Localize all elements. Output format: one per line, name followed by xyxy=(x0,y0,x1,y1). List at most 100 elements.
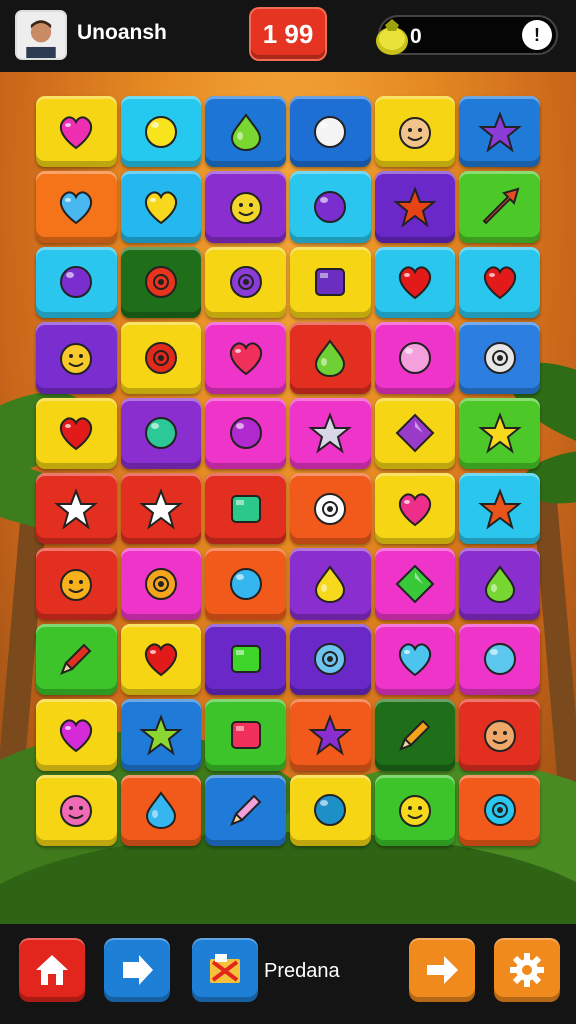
board-tile[interactable] xyxy=(289,774,371,846)
board-tile[interactable] xyxy=(205,171,286,243)
pencil-icon xyxy=(229,794,262,827)
heart-icon xyxy=(229,342,262,376)
square-icon xyxy=(230,720,261,749)
board-tile[interactable] xyxy=(120,774,202,846)
board-tile[interactable] xyxy=(36,171,117,243)
board-tile[interactable] xyxy=(459,96,540,168)
coin-count: 0 xyxy=(410,25,422,48)
coin-info-button[interactable]: ! xyxy=(522,20,552,50)
board-tile[interactable] xyxy=(205,246,286,319)
board-tile[interactable] xyxy=(289,699,371,771)
face-icon xyxy=(60,342,93,375)
board-tile[interactable] xyxy=(459,623,540,696)
ball-icon xyxy=(314,191,347,224)
board-tile[interactable] xyxy=(289,397,371,469)
board-tile[interactable] xyxy=(120,473,202,545)
next-button[interactable] xyxy=(409,938,475,1002)
ball-icon xyxy=(483,643,516,676)
home-button[interactable] xyxy=(19,938,85,1002)
board-tile[interactable] xyxy=(205,322,286,394)
board-tile[interactable] xyxy=(120,171,202,243)
premium-box-button[interactable] xyxy=(192,938,258,1002)
drop-icon xyxy=(145,791,176,830)
heart-icon xyxy=(144,191,178,225)
diamond-icon xyxy=(395,413,435,453)
board-tile[interactable] xyxy=(205,473,286,545)
board-tile[interactable] xyxy=(120,397,202,469)
board-tile[interactable] xyxy=(374,699,456,771)
board-tile[interactable] xyxy=(120,246,202,319)
board-tile[interactable] xyxy=(459,774,540,846)
board-tile[interactable] xyxy=(459,246,540,319)
board-tile[interactable] xyxy=(205,623,286,696)
board-tile[interactable] xyxy=(374,246,456,319)
board-tile[interactable] xyxy=(120,548,202,620)
board-tile[interactable] xyxy=(205,397,286,469)
ball-icon xyxy=(229,568,262,601)
board-tile[interactable] xyxy=(459,171,540,243)
heart-icon xyxy=(60,191,93,225)
ring-icon xyxy=(144,341,177,374)
heart-icon xyxy=(398,493,432,526)
face-icon xyxy=(229,192,262,225)
board-tile[interactable] xyxy=(289,246,371,319)
pencil-icon xyxy=(399,719,431,751)
square-icon xyxy=(230,645,261,674)
board-tile[interactable] xyxy=(374,473,456,545)
board-tile[interactable] xyxy=(289,548,371,620)
board-tile[interactable] xyxy=(205,96,286,168)
board-tile[interactable] xyxy=(36,623,117,696)
ring-icon xyxy=(483,341,516,374)
board-tile[interactable] xyxy=(289,96,371,168)
share-button[interactable] xyxy=(104,938,170,1002)
board-tile[interactable] xyxy=(374,171,456,243)
ball-icon xyxy=(314,794,347,827)
board-tile[interactable] xyxy=(36,322,117,394)
board-tile[interactable] xyxy=(374,397,456,469)
board-tile[interactable] xyxy=(36,96,117,168)
ring-icon xyxy=(144,568,177,601)
board-tile[interactable] xyxy=(459,473,540,545)
heart-icon xyxy=(144,643,178,677)
avatar-portrait-icon xyxy=(17,12,65,58)
star-icon xyxy=(477,487,522,530)
player-avatar[interactable] xyxy=(15,10,67,60)
board-tile[interactable] xyxy=(36,397,117,469)
board-tile[interactable] xyxy=(289,473,371,545)
board-tile[interactable] xyxy=(459,548,540,620)
board-tile[interactable] xyxy=(205,699,286,771)
star-icon xyxy=(139,714,183,756)
board-tile[interactable] xyxy=(374,623,456,696)
board-tile[interactable] xyxy=(374,96,456,168)
board-tile[interactable] xyxy=(459,397,540,469)
board-tile[interactable] xyxy=(374,548,456,620)
board-tile[interactable] xyxy=(289,171,371,243)
premium-label: Predana xyxy=(264,960,340,982)
board-tile[interactable] xyxy=(120,96,202,168)
board-tile[interactable] xyxy=(289,322,371,394)
board-tile[interactable] xyxy=(205,774,286,846)
board-tile[interactable] xyxy=(120,699,202,771)
board-tile[interactable] xyxy=(36,774,117,846)
board-tile[interactable] xyxy=(374,774,456,846)
heart-icon xyxy=(398,643,432,677)
star-icon xyxy=(477,412,522,454)
board-tile[interactable] xyxy=(120,322,202,394)
board-tile[interactable] xyxy=(36,473,117,545)
ball-icon xyxy=(398,341,431,374)
settings-button[interactable] xyxy=(494,938,560,1002)
board-tile[interactable] xyxy=(36,699,117,771)
ball-icon xyxy=(60,266,93,299)
board-tile[interactable] xyxy=(120,623,202,696)
ring-icon xyxy=(229,266,262,299)
board-tile[interactable] xyxy=(205,548,286,620)
star-icon xyxy=(393,186,437,228)
diamond-icon xyxy=(395,564,435,604)
board-tile[interactable] xyxy=(36,246,117,319)
arrow-icon xyxy=(482,187,520,225)
board-tile[interactable] xyxy=(459,322,540,394)
board-tile[interactable] xyxy=(36,548,117,620)
board-tile[interactable] xyxy=(374,322,456,394)
board-tile[interactable] xyxy=(289,623,371,696)
board-tile[interactable] xyxy=(459,699,540,771)
